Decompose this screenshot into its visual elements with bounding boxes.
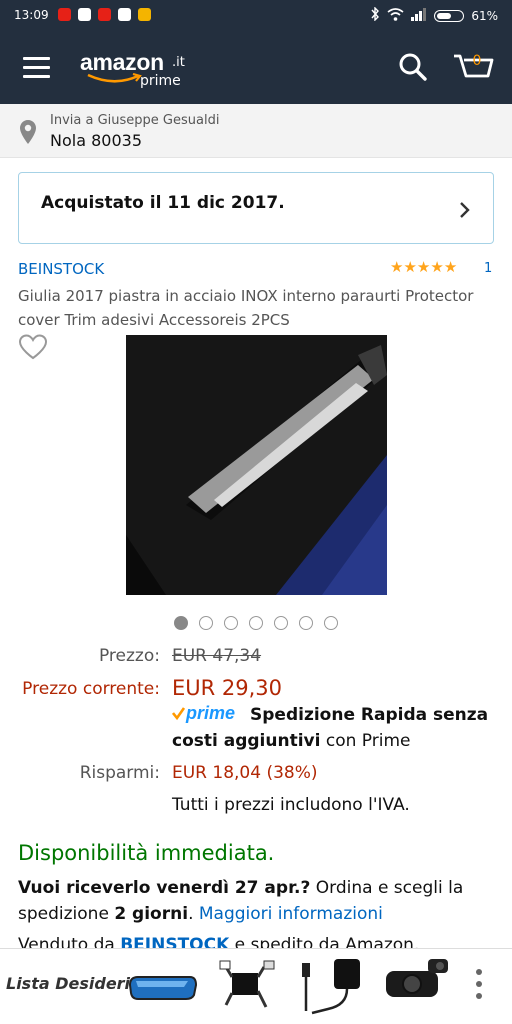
logo-tld: .it — [172, 55, 185, 70]
image-pager[interactable] — [174, 616, 338, 630]
savings-label: Risparmi: — [79, 763, 160, 783]
bluetooth-icon — [370, 6, 380, 24]
delivery-days: 2 giorni — [114, 904, 189, 924]
google-notification-icon — [118, 8, 131, 21]
amazon-prime-logo[interactable]: amazon .it prime — [80, 49, 200, 89]
image-pager-dot[interactable] — [274, 616, 288, 630]
wishlist-item-cable[interactable] — [218, 955, 276, 1017]
chevron-right-icon — [459, 201, 471, 223]
wifi-icon — [387, 7, 404, 24]
youtube-notification-icon-2 — [98, 8, 111, 21]
wishlist-item-mirror[interactable] — [128, 955, 198, 1017]
image-pager-dot[interactable] — [299, 616, 313, 630]
image-pager-dot[interactable] — [174, 616, 188, 630]
logo-word: amazon — [80, 49, 164, 75]
shipping-rest: con Prime — [320, 731, 411, 751]
smile-icon — [87, 73, 142, 83]
star-icon: ★ — [430, 258, 444, 276]
purchased-date-text: Acquistato il 11 dic 2017. — [41, 193, 285, 213]
delivery-estimate: Vuoi riceverlo venerdì 27 apr.? Ordina e… — [18, 875, 498, 927]
seller-link[interactable]: BEINSTOCK — [120, 935, 229, 948]
brand-link[interactable]: BEINSTOCK — [18, 260, 104, 278]
delivery-question: Vuoi riceverlo venerdì 27 apr.? — [18, 878, 311, 898]
more-options-icon[interactable] — [476, 969, 484, 1005]
signal-icon — [411, 7, 427, 24]
youtube-notification-icon — [58, 8, 71, 21]
delivery-address-bar[interactable]: Invia a Giuseppe Gesualdi Nola 80035 — [0, 104, 512, 158]
logo-prime: prime — [140, 73, 181, 89]
product-image[interactable] — [126, 335, 387, 595]
rating-stars[interactable]: ★ ★ ★ ★ ★ — [390, 260, 457, 275]
star-icon: ★ — [403, 258, 417, 276]
app-header: amazon .it prime — [0, 31, 512, 104]
wishlist-item-gps[interactable] — [298, 955, 360, 1017]
wishlist-label[interactable]: Lista Desideri — [6, 974, 130, 993]
delivery-text-2: . — [188, 904, 199, 924]
wishlist-item-dashcam[interactable] — [382, 955, 448, 1017]
status-time: 13:09 — [14, 8, 49, 22]
list-price-label: Prezzo: — [98, 646, 160, 666]
menu-icon[interactable] — [23, 57, 50, 79]
star-icon: ★ — [416, 258, 431, 276]
sold-by-line: Venduto da BEINSTOCK e spedito da Amazon… — [18, 932, 498, 948]
search-icon[interactable] — [398, 52, 428, 86]
heart-icon[interactable] — [18, 334, 48, 364]
purchase-history-box[interactable]: Acquistato il 11 dic 2017. — [18, 172, 494, 244]
delivery-recipient: Invia a Giuseppe Gesualdi — [50, 113, 220, 128]
battery-icon — [434, 9, 465, 22]
wishlist-strip: Lista Desideri — [0, 948, 512, 1024]
shipping-info: Spedizione Rapida senza costi aggiuntivi… — [172, 702, 502, 754]
app-notification-icon — [78, 8, 91, 21]
delivery-location: Nola 80035 — [50, 131, 142, 150]
star-icon: ★ — [390, 258, 404, 276]
status-bar: 13:09 61% — [0, 0, 512, 31]
current-price-label: Prezzo corrente: — [22, 679, 160, 699]
image-pager-dot[interactable] — [224, 616, 238, 630]
vat-note: Tutti i prezzi includono l'IVA. — [172, 795, 410, 815]
availability-status: Disponibilità immediata. — [18, 841, 275, 865]
image-pager-dot[interactable] — [324, 616, 338, 630]
sold-by-suffix: e spedito da Amazon. — [229, 935, 420, 948]
sold-by-prefix: Venduto da — [18, 935, 121, 948]
more-info-link[interactable]: Maggiori informazioni — [199, 904, 383, 924]
list-price: EUR 47,34 — [172, 646, 262, 666]
app-notification-icon-2 — [138, 8, 151, 21]
cart-count[interactable]: 0 — [471, 53, 483, 69]
location-pin-icon — [19, 119, 37, 149]
current-price: EUR 29,30 — [172, 676, 283, 700]
savings-value: EUR 18,04 (38%) — [172, 763, 318, 783]
battery-level — [437, 12, 452, 19]
review-count[interactable]: 1 — [484, 261, 492, 276]
product-title: Giulia 2017 piastra in acciaio INOX inte… — [18, 287, 474, 329]
star-icon: ★ — [443, 258, 458, 276]
battery-percent: 61% — [471, 8, 498, 23]
image-pager-dot[interactable] — [249, 616, 263, 630]
image-pager-dot[interactable] — [199, 616, 213, 630]
